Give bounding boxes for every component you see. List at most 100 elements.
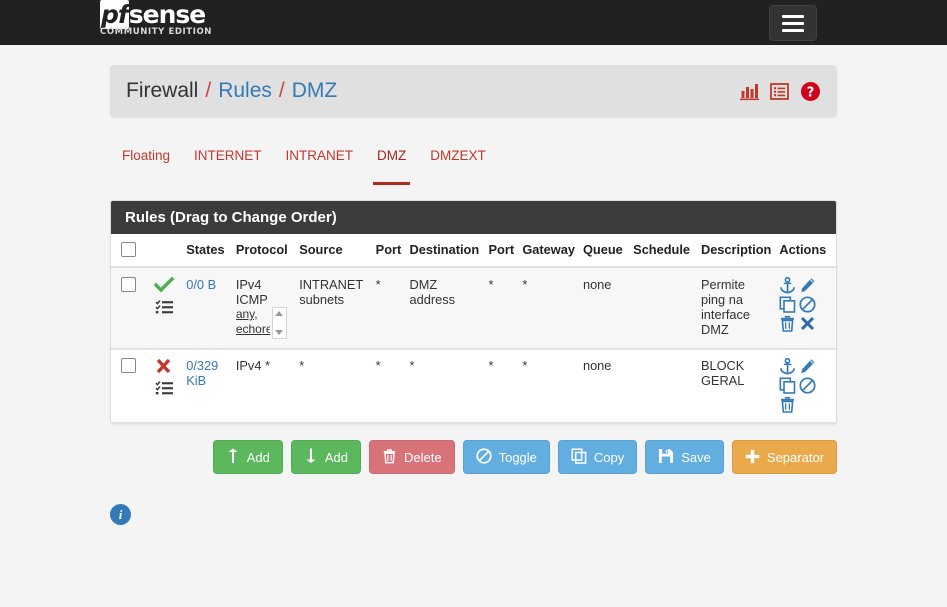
protocol-subtype-item[interactable]: any,	[236, 307, 270, 322]
row-actions-cell	[775, 267, 836, 349]
pfsense-logo[interactable]: pfsense COMMUNITY EDITION	[100, 0, 220, 43]
table-row[interactable]: 0/329 KiB IPv4 * * * * * * none BLOCK GE…	[111, 348, 836, 423]
copy-button[interactable]: Copy	[557, 440, 638, 474]
pencil-icon[interactable]	[799, 277, 816, 294]
svg-text:?: ?	[807, 85, 815, 100]
tab-dmzext[interactable]: DMZEXT	[418, 141, 498, 172]
row-source-cell: *	[295, 348, 372, 423]
header-source: Source	[295, 234, 372, 268]
row-destination-cell: DMZ address	[405, 267, 485, 349]
chart-bar-icon[interactable]	[740, 82, 759, 101]
row-destination-cell: *	[405, 348, 485, 423]
row-destination-port-cell: *	[484, 348, 519, 423]
copy-icon	[571, 448, 587, 466]
row-status-icons	[150, 276, 178, 318]
arrow-down-icon	[304, 448, 318, 466]
protocol-subtype-scroller[interactable]: any, echorep	[236, 307, 291, 339]
rules-action-buttons: Add Add Delete Toggle Copy Save Separato…	[110, 440, 837, 474]
chevron-down-icon[interactable]	[275, 330, 284, 335]
row-action-buttons	[779, 357, 827, 413]
protocol-scroll-arrows[interactable]	[271, 307, 287, 339]
row-checkbox[interactable]	[121, 358, 136, 373]
row-source-port-cell: *	[371, 348, 406, 423]
protocol-subtype-item[interactable]: echorep	[236, 322, 270, 337]
separator-button[interactable]: Separator	[731, 440, 837, 474]
row-protocol-cell: IPv4 *	[231, 348, 296, 423]
times-icon[interactable]	[799, 315, 816, 332]
header-description: Description	[696, 234, 776, 268]
breadcrumb: Firewall / Rules / DMZ	[126, 79, 337, 103]
table-header-row: States Protocol Source Port Destination …	[111, 234, 836, 268]
breadcrumb-icons: ?	[740, 81, 821, 102]
states-link[interactable]: 0/0 B	[186, 277, 216, 292]
rules-table-head: States Protocol Source Port Destination …	[111, 234, 836, 268]
states-link[interactable]: 0/329 KiB	[186, 358, 218, 388]
header-gateway: Gateway	[518, 234, 579, 268]
anchor-icon[interactable]	[779, 276, 796, 294]
select-all-checkbox[interactable]	[121, 242, 136, 257]
row-queue-cell: none	[578, 267, 630, 349]
delete-button[interactable]: Delete	[369, 440, 455, 474]
row-description-cell: BLOCK GERAL	[696, 348, 776, 423]
breadcrumb-link-rules[interactable]: Rules	[218, 79, 272, 103]
tab-intranet[interactable]: INTRANET	[274, 141, 366, 172]
toggle-button[interactable]: Toggle	[462, 440, 550, 474]
row-queue-cell: none	[578, 348, 630, 423]
trash-icon[interactable]	[779, 315, 796, 332]
header-actions: Actions	[775, 234, 836, 268]
copy-icon[interactable]	[779, 377, 796, 394]
arrow-up-icon	[226, 448, 240, 466]
rules-table: States Protocol Source Port Destination …	[111, 234, 836, 423]
tab-internet[interactable]: INTERNET	[182, 141, 274, 172]
check-icon[interactable]	[153, 276, 175, 296]
header-action-icon	[146, 234, 183, 268]
breadcrumb-link-dmz[interactable]: DMZ	[292, 79, 338, 103]
table-row[interactable]: 0/0 B IPv4 ICMP any, echorep	[111, 266, 836, 350]
header-states: States	[182, 234, 232, 268]
add-rule-down-button[interactable]: Add	[290, 440, 362, 474]
delete-label: Delete	[404, 449, 442, 465]
breadcrumb-root: Firewall	[126, 79, 199, 102]
save-label: Save	[681, 449, 711, 465]
ban-icon[interactable]	[799, 296, 816, 313]
pencil-icon[interactable]	[799, 358, 816, 375]
ban-icon	[475, 448, 492, 466]
save-icon	[658, 448, 674, 466]
breadcrumb-separator-2: /	[278, 79, 285, 102]
tab-floating[interactable]: Floating	[110, 141, 182, 172]
row-states-cell: 0/329 KiB	[182, 348, 232, 423]
trash-icon	[382, 448, 397, 466]
ban-icon[interactable]	[799, 377, 816, 394]
add-rule-up-label: Add	[246, 449, 270, 465]
copy-icon[interactable]	[779, 296, 796, 313]
header-port-source: Port	[371, 234, 406, 268]
row-actions-cell	[775, 348, 836, 423]
row-select-cell	[111, 267, 147, 349]
row-destination-port-cell: *	[484, 267, 519, 349]
help-circle-icon[interactable]: ?	[800, 81, 821, 102]
copy-label: Copy	[593, 449, 625, 465]
brand-prefix: pf	[100, 0, 129, 29]
row-checkbox[interactable]	[121, 277, 136, 292]
toggle-label: Toggle	[498, 449, 537, 465]
rules-panel: Rules (Drag to Change Order) States Prot…	[110, 200, 837, 424]
trash-icon[interactable]	[779, 396, 796, 413]
row-action-cell	[146, 267, 183, 349]
header-schedule: Schedule	[629, 234, 697, 268]
times-red-icon[interactable]	[154, 358, 174, 377]
save-button[interactable]: Save	[645, 440, 724, 474]
row-gateway-cell: *	[518, 267, 579, 349]
info-circle-icon[interactable]: i	[110, 504, 131, 525]
chevron-up-icon[interactable]	[275, 311, 284, 316]
tasks-icon[interactable]	[155, 299, 174, 318]
row-select-cell	[111, 348, 147, 423]
tasks-icon[interactable]	[155, 380, 174, 399]
list-table-icon[interactable]	[770, 82, 789, 101]
row-source-cell: INTRANET subnets	[295, 267, 372, 349]
tab-dmz[interactable]: DMZ	[365, 141, 418, 185]
anchor-icon[interactable]	[779, 357, 796, 375]
top-navbar: pfsense COMMUNITY EDITION	[0, 0, 947, 45]
add-rule-up-button[interactable]: Add	[212, 440, 283, 474]
row-schedule-cell	[629, 348, 697, 423]
hamburger-icon[interactable]	[769, 5, 817, 41]
